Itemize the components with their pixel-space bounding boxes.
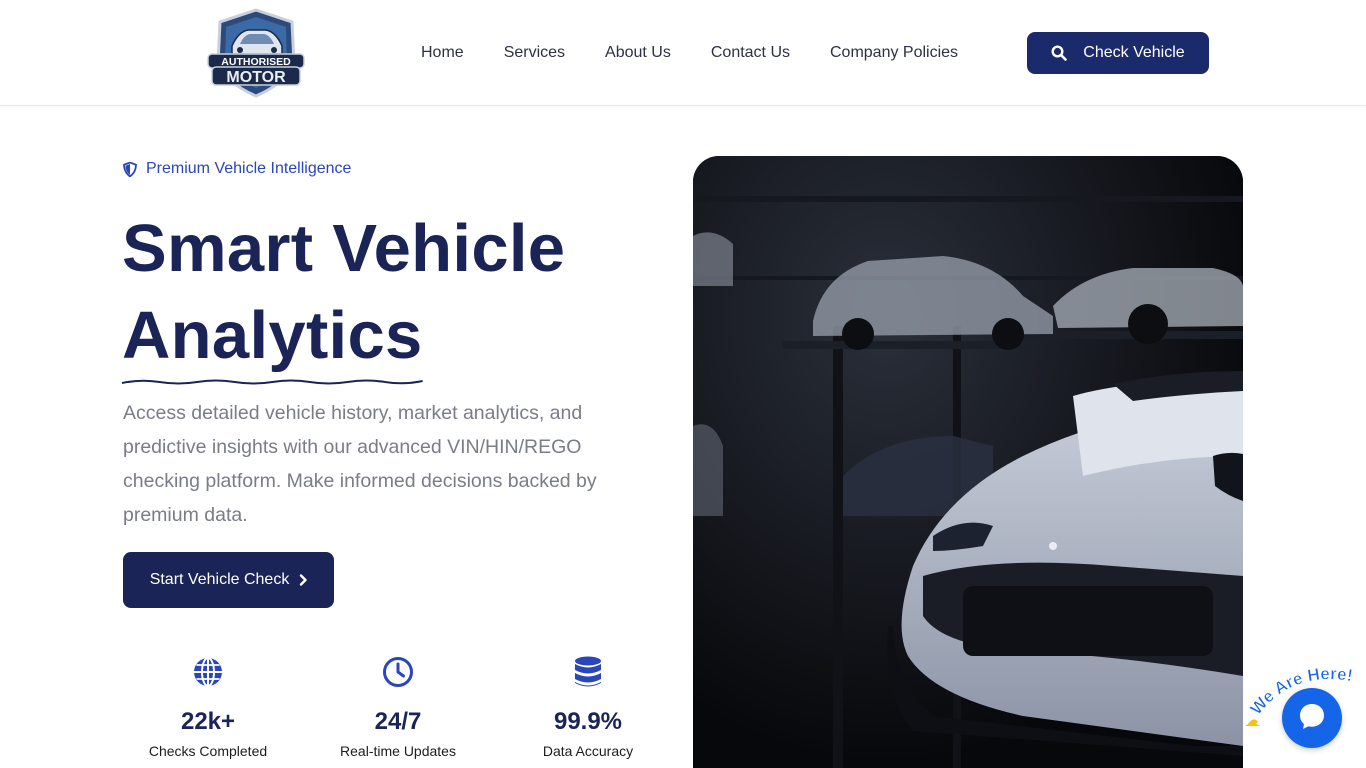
site-header: AUTHORISED MOTOR Home Services About Us … <box>0 0 1366 106</box>
stat-value: 22k+ <box>180 708 236 735</box>
main-nav: Home Services About Us Contact Us Compan… <box>401 0 978 106</box>
nav-link-contact[interactable]: Contact Us <box>691 44 810 62</box>
stat-label: Data Accuracy <box>542 743 634 759</box>
tagline-text: Premium Vehicle Intelligence <box>146 160 352 177</box>
globe-icon <box>123 656 293 690</box>
stat-updates: 24/7 Real-time Updates <box>313 656 483 759</box>
start-vehicle-check-label: Start Vehicle Check <box>149 571 290 588</box>
stat-label: Checks Completed <box>148 743 268 759</box>
check-vehicle-button[interactable]: Check Vehicle <box>1027 32 1209 74</box>
chevron-right-icon <box>299 574 308 586</box>
stat-value: 99.9% <box>553 708 623 735</box>
hero-title-line1: Smart Vehicle <box>122 211 566 286</box>
hero-title: Smart Vehicle Analytics <box>122 205 566 385</box>
database-icon <box>503 656 673 690</box>
start-vehicle-check-button[interactable]: Start Vehicle Check <box>123 552 334 608</box>
stat-label: Real-time Updates <box>340 743 456 759</box>
stat-accuracy: 99.9% Data Accuracy <box>503 656 673 759</box>
logo-line1: AUTHORISED <box>221 56 291 68</box>
nav-link-policies[interactable]: Company Policies <box>810 44 978 62</box>
stat-checks: 22k+ Checks Completed <box>123 656 293 759</box>
logo-line2: MOTOR <box>226 69 286 86</box>
nav-link-home[interactable]: Home <box>401 44 484 62</box>
search-icon <box>1051 45 1068 61</box>
nav-link-services[interactable]: Services <box>484 44 585 62</box>
hero-tagline: Premium Vehicle Intelligence <box>123 160 351 178</box>
chat-open-button[interactable] <box>1282 688 1342 748</box>
chat-widget[interactable]: We Are Here! <box>1240 656 1366 768</box>
hero-title-line2-wrap: Analytics <box>122 292 423 385</box>
stat-value: 24/7 <box>374 708 422 735</box>
site-logo[interactable]: AUTHORISED MOTOR <box>204 8 308 98</box>
shield-icon <box>123 161 137 177</box>
title-underline-squiggle <box>122 379 423 385</box>
clock-icon <box>313 656 483 690</box>
nav-link-about[interactable]: About Us <box>585 44 691 62</box>
hero-description: Access detailed vehicle history, market … <box>123 402 597 526</box>
chat-bubble-icon <box>1297 701 1327 736</box>
hero-car-image <box>693 156 1243 768</box>
hero-title-line2: Analytics <box>122 298 423 373</box>
check-vehicle-label: Check Vehicle <box>1083 44 1185 61</box>
